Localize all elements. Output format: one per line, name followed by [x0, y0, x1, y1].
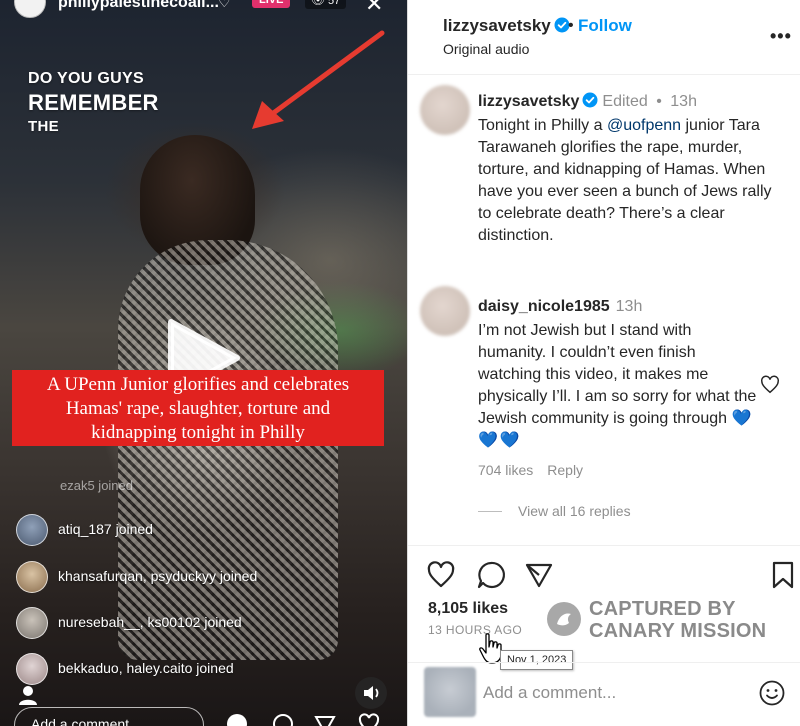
keffiyeh-pattern [118, 240, 338, 660]
comment-time: 13h [615, 298, 643, 315]
avatar [16, 607, 48, 639]
divider [408, 545, 800, 546]
avatar [16, 514, 48, 546]
comment-text: I’m not Jewish but I stand with humanity… [478, 320, 763, 452]
red-arrow-annotation [252, 30, 385, 129]
close-icon[interactable]: ✕ [365, 0, 383, 17]
date-tooltip: Nov 1, 2023 [500, 650, 574, 670]
live-comment-input[interactable]: Add a comment... [14, 707, 204, 726]
mention-link[interactable]: @uofpenn [607, 117, 681, 134]
account-avatar[interactable] [14, 0, 46, 18]
live-badge: LIVE [252, 0, 291, 8]
join-notice-text: bekkaduo, haley.caito joined [58, 660, 234, 676]
comment-like-heart-icon[interactable] [760, 375, 780, 395]
video-caption-line-2: Hamas' rape, slaughter, torture and [65, 398, 331, 419]
join-notice-text: khansafurqan, psyduckyy joined [58, 568, 258, 584]
person-icon[interactable] [14, 681, 42, 709]
comment-header: daisy_nicole1985 13h [478, 298, 642, 316]
viewer-count-value: 57 [328, 0, 341, 7]
bird-icon [557, 613, 571, 626]
caption-time: 13h [670, 93, 697, 110]
comment-meta: 704 likes Reply [478, 462, 583, 478]
watermark-line-1: CAPTURED BY [589, 598, 736, 620]
caption-header: lizzysavetsky Edited • 13h [478, 92, 697, 111]
overlay-text-line-2: REMEMBER [28, 90, 159, 115]
video-caption-line-3: kidnapping tonight in Philly [91, 422, 305, 443]
follow-button[interactable]: Follow [578, 16, 632, 36]
canary-logo-icon [547, 602, 581, 636]
question-icon[interactable] [272, 713, 294, 726]
separator-dot: • [651, 93, 667, 110]
post-header: lizzysavetsky • Follow Original audio ••… [408, 0, 800, 75]
caption-text-start: Tonight in Philly a [478, 117, 607, 134]
watermark-line-2: CANARY MISSION [589, 620, 767, 642]
live-account-handle[interactable]: phillypalestinecoali... [58, 0, 219, 12]
join-notice-faded: ezak5 joined [60, 478, 133, 493]
like-heart-icon[interactable] [426, 560, 456, 590]
comment-text-body: I’m not Jewish but I stand with humanity… [478, 322, 757, 427]
audio-label[interactable]: Original audio [443, 41, 529, 57]
replies-divider [478, 511, 502, 512]
overlay-text-line-3: THE [28, 118, 59, 135]
video-caption-line-1: A UPenn Junior glorifies and celebrates [46, 374, 350, 395]
post-author-username-text[interactable]: lizzysavetsky [443, 16, 551, 35]
join-notice-text: nuresebah__, ks00102 joined [58, 614, 242, 630]
overlay-text-line-1: DO YOU GUYS [28, 70, 144, 87]
send-icon[interactable] [314, 713, 336, 726]
sound-toggle-button[interactable] [355, 677, 387, 709]
add-comment-input[interactable]: Add a comment... [483, 683, 616, 703]
viewer-count: 👁 57 [305, 0, 347, 9]
post-author-username[interactable]: lizzysavetsky [443, 16, 570, 36]
avatar [424, 667, 476, 717]
post-time-ago[interactable]: 13 HOURS AGO [428, 623, 522, 637]
caption-text: Tonight in Philly a @uofpenn junior Tara… [478, 115, 778, 247]
avatar[interactable] [420, 286, 470, 336]
add-icon[interactable] [226, 713, 248, 726]
verified-badge-icon [582, 92, 598, 108]
share-send-icon[interactable] [524, 560, 554, 590]
comment-bubble-icon[interactable] [476, 560, 506, 590]
video-caption-banner: A UPenn Junior glorifies and celebrates … [12, 370, 384, 446]
comment-username[interactable]: daisy_nicole1985 [478, 298, 610, 315]
view-replies-button[interactable]: View all 16 replies [518, 503, 631, 519]
comment-likes[interactable]: 704 likes [478, 462, 533, 478]
emoji-icon[interactable] [758, 679, 786, 707]
speaker-icon [364, 686, 379, 700]
live-video-panel[interactable]: phillypalestinecoali... ♡ LIVE 👁 57 ✕ DO… [0, 0, 407, 726]
divider [408, 662, 800, 663]
caption-text-rest: junior Tara Tarawaneh glorifies the rape… [478, 117, 772, 244]
bookmark-icon[interactable] [768, 560, 798, 590]
caption-username[interactable]: lizzysavetsky [478, 93, 579, 110]
separator-dot: • [568, 17, 574, 34]
heart-icon[interactable] [358, 713, 380, 726]
chevron-down-icon[interactable]: ♡ [218, 0, 231, 11]
reply-button[interactable]: Reply [547, 462, 583, 478]
live-top-bar: phillypalestinecoali... ♡ LIVE 👁 57 ✕ [0, 0, 407, 20]
like-count[interactable]: 8,105 likes [428, 600, 508, 618]
watermark-text: CAPTURED BY CANARY MISSION [589, 598, 766, 642]
edited-label: Edited [602, 93, 648, 110]
avatar [16, 561, 48, 593]
join-notice-text: atiq_187 joined [58, 521, 153, 537]
post-panel: lizzysavetsky • Follow Original audio ••… [407, 0, 800, 726]
avatar[interactable] [420, 85, 470, 135]
more-options-icon[interactable]: ••• [770, 26, 792, 47]
